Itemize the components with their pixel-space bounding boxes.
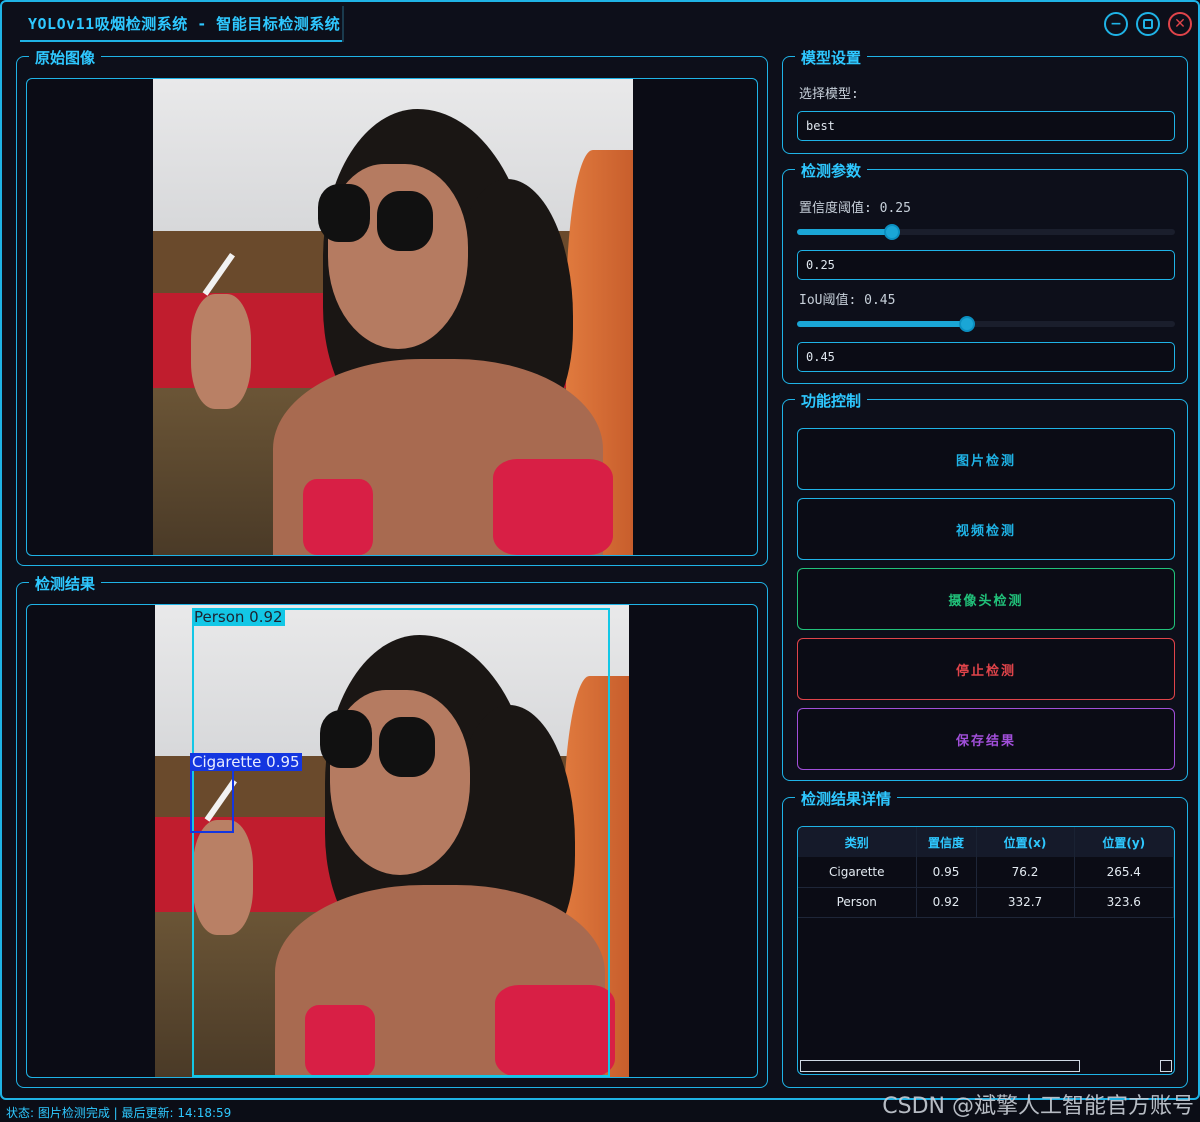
iou-input[interactable]: 0.45 bbox=[797, 342, 1175, 372]
details-table-container: 类别 置信度 位置(x) 位置(y) Cigarette 0.95 76.2 2… bbox=[797, 826, 1175, 1075]
cell-class: Person bbox=[798, 887, 917, 918]
save-results-button[interactable]: 保存结果 bbox=[797, 708, 1175, 770]
cigarette-bounding-box bbox=[190, 769, 234, 833]
details-table: 类别 置信度 位置(x) 位置(y) Cigarette 0.95 76.2 2… bbox=[798, 827, 1174, 918]
detection-params-title: 检测参数 bbox=[795, 160, 868, 181]
detection-params-panel: 检测参数 置信度阈值: 0.25 0.25 IoU阈值: 0.45 0.45 bbox=[782, 160, 1188, 384]
cell-pos-y: 265.4 bbox=[1074, 857, 1174, 888]
function-control-title: 功能控制 bbox=[795, 390, 868, 411]
main-window: YOLOv11吸烟检测系统 - 智能目标检测系统 − ✕ 原始图像 检测结果 P… bbox=[0, 0, 1200, 1100]
confidence-label: 置信度阈值: 0.25 bbox=[799, 201, 911, 216]
confidence-slider[interactable] bbox=[797, 224, 1175, 240]
status-bar: 状态: 图片检测完成 | 最后更新: 14:18:59 bbox=[6, 1106, 232, 1120]
minimize-icon[interactable]: − bbox=[1104, 12, 1128, 36]
cell-pos-x: 76.2 bbox=[976, 857, 1075, 888]
cell-pos-y: 323.6 bbox=[1074, 887, 1174, 918]
header-class[interactable]: 类别 bbox=[798, 827, 917, 857]
scrollbar-thumb[interactable] bbox=[800, 1060, 1080, 1072]
title-underline bbox=[20, 40, 344, 42]
model-select[interactable]: best bbox=[797, 111, 1175, 141]
cell-confidence: 0.92 bbox=[916, 887, 977, 918]
details-title: 检测结果详情 bbox=[795, 788, 898, 809]
camera-detect-button[interactable]: 摄像头检测 bbox=[797, 568, 1175, 630]
scrollbar-corner bbox=[1160, 1060, 1172, 1072]
iou-slider-fill bbox=[797, 321, 968, 327]
cigarette-box-label: Cigarette 0.95 bbox=[190, 753, 302, 771]
video-detect-button[interactable]: 视频检测 bbox=[797, 498, 1175, 560]
person-box-label: Person 0.92 bbox=[192, 608, 285, 626]
close-icon[interactable]: ✕ bbox=[1168, 12, 1192, 36]
original-image-panel: 原始图像 bbox=[16, 47, 768, 566]
result-photo: Person 0.92 Cigarette 0.95 bbox=[155, 605, 629, 1077]
detection-result-title: 检测结果 bbox=[29, 573, 102, 594]
watermark: CSDN @斌擎人工智能官方账号 bbox=[882, 1094, 1194, 1119]
iou-slider[interactable] bbox=[797, 316, 1175, 332]
confidence-slider-fill bbox=[797, 229, 892, 235]
model-settings-title: 模型设置 bbox=[795, 47, 868, 68]
function-control-panel: 功能控制 图片检测 视频检测 摄像头检测 停止检测 保存结果 bbox=[782, 390, 1188, 781]
original-photo bbox=[153, 79, 633, 555]
person-bounding-box bbox=[192, 608, 610, 1077]
header-pos-y[interactable]: 位置(y) bbox=[1074, 827, 1174, 857]
title-bar: YOLOv11吸烟检测系统 - 智能目标检测系统 − ✕ bbox=[2, 2, 1198, 44]
table-row[interactable]: Cigarette 0.95 76.2 265.4 bbox=[798, 857, 1174, 888]
window-title: YOLOv11吸烟检测系统 - 智能目标检测系统 bbox=[28, 15, 341, 33]
header-confidence[interactable]: 置信度 bbox=[916, 827, 977, 857]
detection-result-view: Person 0.92 Cigarette 0.95 bbox=[26, 604, 758, 1078]
table-header-row: 类别 置信度 位置(x) 位置(y) bbox=[798, 827, 1174, 857]
title-divider bbox=[342, 6, 344, 42]
confidence-input[interactable]: 0.25 bbox=[797, 250, 1175, 280]
cell-confidence: 0.95 bbox=[916, 857, 977, 888]
confidence-slider-handle[interactable] bbox=[883, 224, 900, 240]
iou-label: IoU阈值: 0.45 bbox=[799, 293, 896, 308]
image-detect-button[interactable]: 图片检测 bbox=[797, 428, 1175, 490]
stop-detect-button[interactable]: 停止检测 bbox=[797, 638, 1175, 700]
original-image-view bbox=[26, 78, 758, 556]
cell-class: Cigarette bbox=[798, 857, 917, 888]
header-pos-x[interactable]: 位置(x) bbox=[976, 827, 1075, 857]
original-image-title: 原始图像 bbox=[29, 47, 102, 68]
cell-pos-x: 332.7 bbox=[976, 887, 1075, 918]
horizontal-scrollbar[interactable] bbox=[800, 1060, 1172, 1072]
maximize-icon[interactable] bbox=[1136, 12, 1160, 36]
select-model-label: 选择模型: bbox=[799, 87, 859, 102]
iou-slider-handle[interactable] bbox=[959, 316, 976, 332]
table-row[interactable]: Person 0.92 332.7 323.6 bbox=[798, 887, 1174, 918]
detection-result-panel: 检测结果 Person 0.92 Cigarette 0.95 bbox=[16, 573, 768, 1088]
details-panel: 检测结果详情 类别 置信度 位置(x) 位置(y) Cigarette 0.95… bbox=[782, 788, 1188, 1088]
model-settings-panel: 模型设置 选择模型: best bbox=[782, 47, 1188, 154]
